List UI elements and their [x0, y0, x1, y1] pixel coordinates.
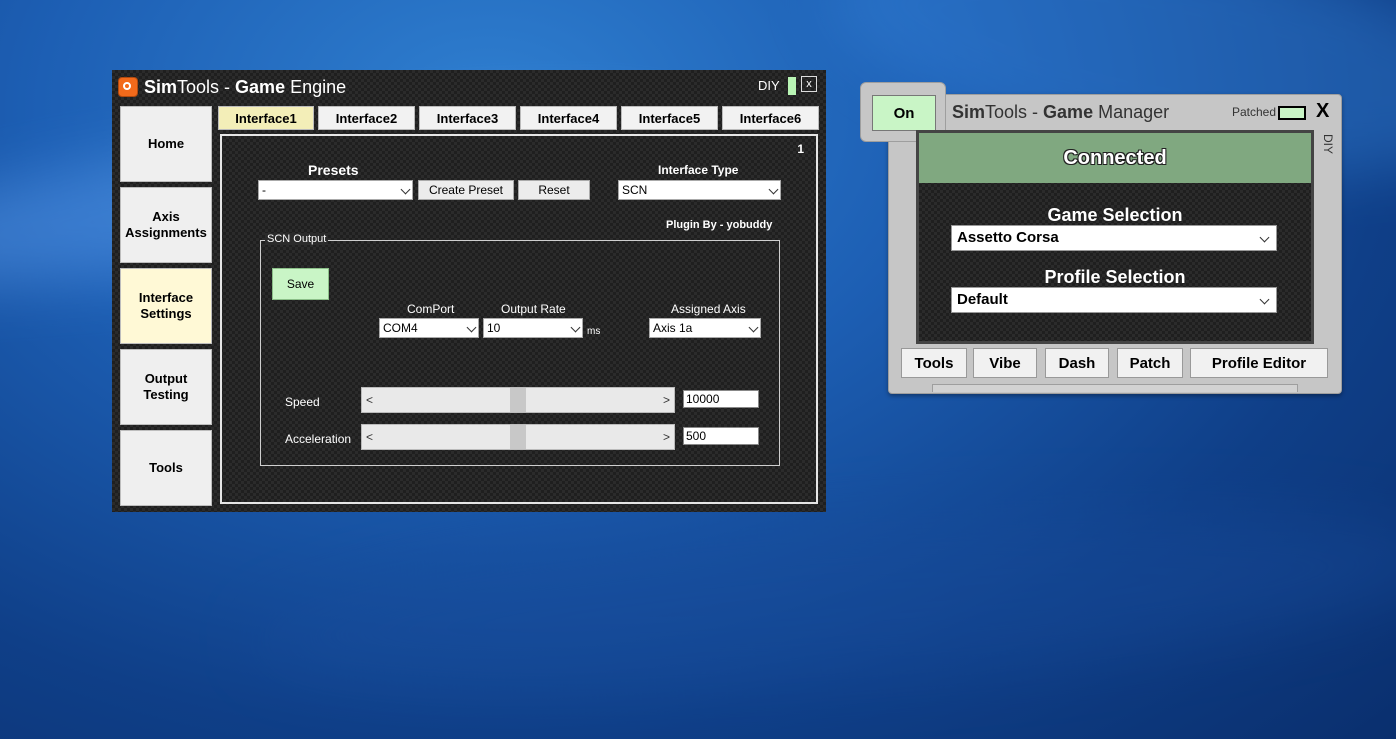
patched-indicator	[1278, 106, 1306, 120]
speed-slider[interactable]: < >	[361, 387, 675, 413]
speed-label: Speed	[285, 395, 320, 409]
comport-label: ComPort	[407, 302, 455, 316]
assigned-axis-label: Assigned Axis	[671, 302, 746, 316]
interface-type-label: Interface Type	[658, 163, 739, 177]
manager-close-button[interactable]: X	[1316, 100, 1329, 123]
vibe-button[interactable]: Vibe	[973, 348, 1037, 378]
diy-label: DIY	[758, 78, 780, 93]
interface-type-dropdown[interactable]: SCN	[618, 180, 781, 200]
on-toggle-button[interactable]: On	[872, 95, 936, 131]
nav-home-button[interactable]: Home	[120, 106, 212, 182]
game-selection-label: Game Selection	[1047, 205, 1183, 225]
chevron-down-icon	[570, 322, 581, 333]
assigned-axis-dropdown[interactable]: Axis 1a	[649, 318, 761, 338]
simtools-logo-icon	[118, 77, 138, 97]
dash-button[interactable]: Dash	[1045, 348, 1109, 378]
tab-interface5[interactable]: Interface5	[621, 106, 718, 130]
acceleration-input[interactable]: 500	[683, 427, 759, 445]
tab-interface1[interactable]: Interface1	[218, 106, 314, 130]
diy-indicator	[788, 77, 796, 95]
acceleration-slider[interactable]: < >	[361, 424, 675, 450]
manager-bottom-bar	[932, 384, 1298, 392]
tools-button[interactable]: Tools	[901, 348, 967, 378]
manager-window-title: SimTools - Game Manager	[952, 102, 1170, 122]
scroll-right-icon[interactable]: >	[663, 393, 670, 407]
nav-output-label: Output Testing	[143, 370, 189, 402]
presets-dropdown[interactable]: -	[258, 180, 413, 200]
profile-editor-button[interactable]: Profile Editor	[1190, 348, 1328, 378]
nav-tools-button[interactable]: Tools	[120, 430, 212, 506]
patched-label: Patched	[1232, 105, 1277, 119]
profile-selection-label: Profile Selection	[1044, 267, 1186, 287]
presets-label: Presets	[308, 162, 359, 178]
speed-input[interactable]: 10000	[683, 390, 759, 408]
acceleration-label: Acceleration	[285, 432, 352, 446]
chevron-down-icon	[1259, 232, 1270, 243]
chevron-down-icon	[748, 322, 759, 333]
game-manager-window: On SimTools - Game Manager Patched X DIY…	[860, 82, 1342, 394]
reset-button[interactable]: Reset	[518, 180, 590, 200]
wallpaper-streak	[245, 478, 1396, 722]
connection-status: Connected	[919, 133, 1311, 183]
engine-titlebar[interactable]: SimTools - Game Engine DIY x	[112, 70, 826, 102]
engine-window-title: SimTools - Game Engine	[144, 77, 347, 97]
output-rate-dropdown[interactable]: 10	[483, 318, 583, 338]
output-rate-label: Output Rate	[501, 302, 566, 316]
patch-button[interactable]: Patch	[1117, 348, 1183, 378]
interface-panel: 1 Presets - Create Preset Reset Interfac…	[220, 134, 818, 504]
scn-output-group: SCN Output Save ComPort COM4 Output Rate…	[260, 233, 780, 466]
chevron-down-icon	[768, 184, 779, 195]
tab-interface2[interactable]: Interface2	[318, 106, 415, 130]
chevron-down-icon	[400, 184, 411, 195]
engine-close-button[interactable]: x	[801, 76, 817, 92]
nav-axis-assignments-button[interactable]: Axis Assignments	[120, 187, 212, 263]
nav-interface-label: Interface Settings	[138, 289, 194, 321]
tab-interface6[interactable]: Interface6	[722, 106, 819, 130]
interface-number: 1	[797, 142, 804, 156]
profile-selection-dropdown[interactable]: Default	[951, 287, 1277, 313]
manager-panel: Connected Game Selection Assetto Corsa P…	[916, 130, 1314, 344]
plugin-author: Plugin By - yobuddy	[666, 219, 773, 231]
diy-vertical-label: DIY	[1321, 134, 1335, 155]
save-button[interactable]: Save	[272, 268, 329, 300]
tab-interface3[interactable]: Interface3	[419, 106, 516, 130]
nav-home-label: Home	[147, 135, 185, 151]
chevron-down-icon	[466, 322, 477, 333]
scn-output-title: SCN Output	[265, 233, 329, 245]
tab-interface4[interactable]: Interface4	[520, 106, 617, 130]
game-selection-dropdown[interactable]: Assetto Corsa	[951, 225, 1277, 251]
scroll-right-icon[interactable]: >	[663, 430, 670, 444]
create-preset-button[interactable]: Create Preset	[418, 180, 514, 200]
comport-dropdown[interactable]: COM4	[379, 318, 479, 338]
nav-interface-settings-button[interactable]: Interface Settings	[120, 268, 212, 344]
scroll-left-icon[interactable]: <	[366, 393, 373, 407]
scroll-left-icon[interactable]: <	[366, 430, 373, 444]
speed-slider-thumb[interactable]	[510, 388, 526, 412]
nav-axis-label: Axis Assignments	[125, 208, 207, 240]
game-engine-window: SimTools - Game Engine DIY x Home Axis As…	[112, 70, 826, 512]
ms-unit-label: ms	[587, 326, 601, 337]
nav-output-testing-button[interactable]: Output Testing	[120, 349, 212, 425]
nav-tools-label: Tools	[149, 459, 183, 475]
acceleration-slider-thumb[interactable]	[510, 425, 526, 449]
chevron-down-icon	[1259, 294, 1270, 305]
